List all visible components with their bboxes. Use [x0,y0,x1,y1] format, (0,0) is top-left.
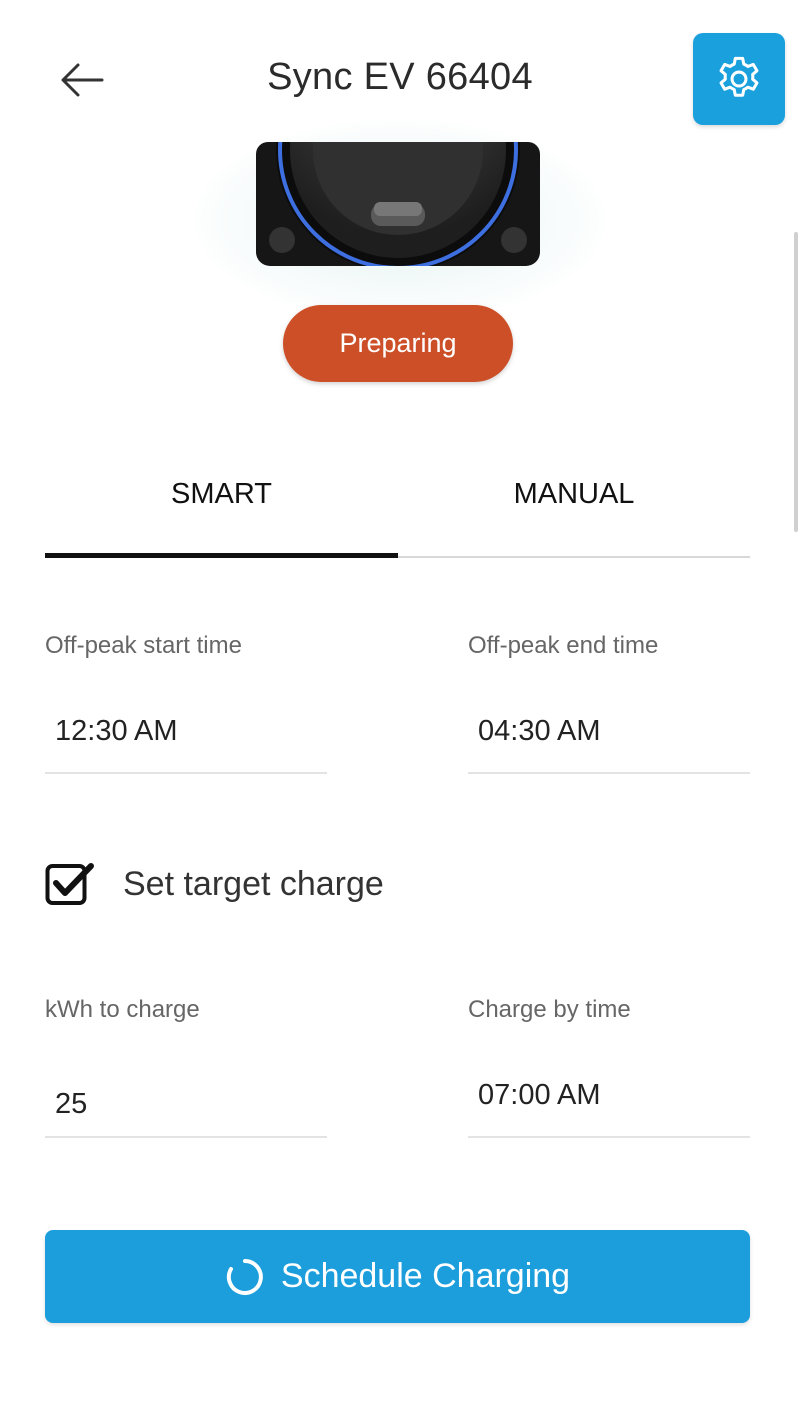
settings-button[interactable] [693,33,785,125]
kwh-underline [45,1136,327,1138]
scrollbar[interactable] [794,232,798,532]
offpeak-end-label: Off-peak end time [468,632,659,659]
spinner-icon [225,1257,265,1297]
tab-active-indicator [45,553,398,558]
offpeak-end-input[interactable]: 04:30 AM [478,715,601,748]
schedule-charging-label: Schedule Charging [280,1257,571,1295]
target-charge-label[interactable]: Set target charge [123,865,384,904]
schedule-charging-button[interactable]: Schedule Charging [45,1230,750,1323]
target-charge-checkbox[interactable] [45,862,95,906]
page-title: Sync EV 66404 [267,56,533,98]
screen: Sync EV 66404 Preparing SMART MANUAL Off… [0,0,800,1422]
tab-smart[interactable]: SMART [45,478,398,518]
offpeak-start-underline [45,772,327,774]
charge-by-underline [468,1136,750,1138]
checkbox-checked-icon [45,863,94,905]
gear-icon [719,56,759,97]
offpeak-start-input[interactable]: 12:30 AM [55,715,178,748]
tab-manual[interactable]: MANUAL [398,478,750,518]
kwh-input[interactable]: 25 [55,1088,87,1121]
status-badge: Preparing [283,305,513,382]
charge-by-input[interactable]: 07:00 AM [478,1079,601,1112]
kwh-label: kWh to charge [45,996,200,1023]
ev-charger-image [256,142,540,266]
offpeak-end-underline [468,772,750,774]
offpeak-start-label: Off-peak start time [45,632,242,659]
charge-by-label: Charge by time [468,996,631,1023]
